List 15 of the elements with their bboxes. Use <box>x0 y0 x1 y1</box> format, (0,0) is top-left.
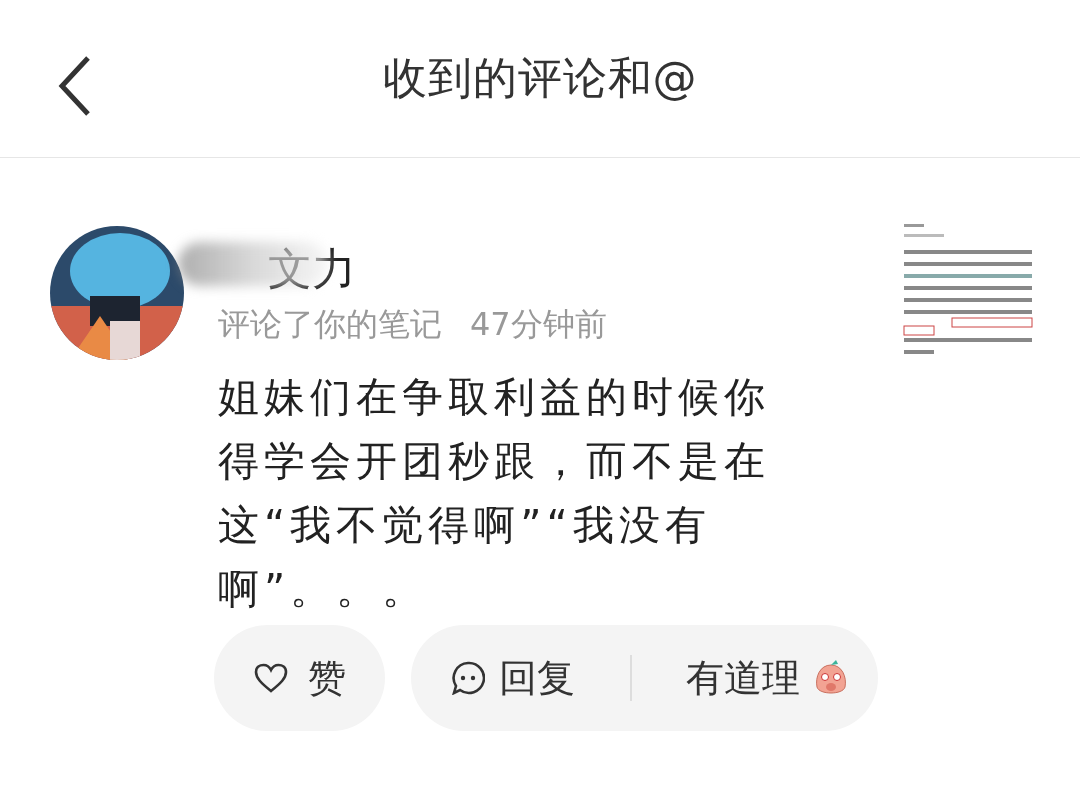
chat-bubble-icon <box>451 661 485 695</box>
page-title: 收到的评论和@ <box>382 51 698 105</box>
reply-button[interactable]: 回复 <box>451 652 575 704</box>
user-name[interactable]: 文力 <box>268 243 356 294</box>
back-icon[interactable] <box>58 55 92 117</box>
like-button[interactable]: 赞 <box>214 625 385 731</box>
quick-reply-button[interactable]: 有道理 <box>686 652 848 704</box>
comment-time: 47分钟前 <box>470 304 607 345</box>
like-label: 赞 <box>307 654 346 702</box>
heart-icon <box>253 663 288 693</box>
comment-action: 评论了你的笔记 <box>218 304 442 345</box>
reply-label: 回复 <box>499 654 575 702</box>
quick-reply-label: 有道理 <box>686 654 800 702</box>
peach-emoji-icon <box>814 659 848 697</box>
comment-text: 姐妹们在争取利益的时候你得学会开团秒跟，而不是在这“我不觉得啊”“我没有啊”。。。 <box>218 372 771 615</box>
